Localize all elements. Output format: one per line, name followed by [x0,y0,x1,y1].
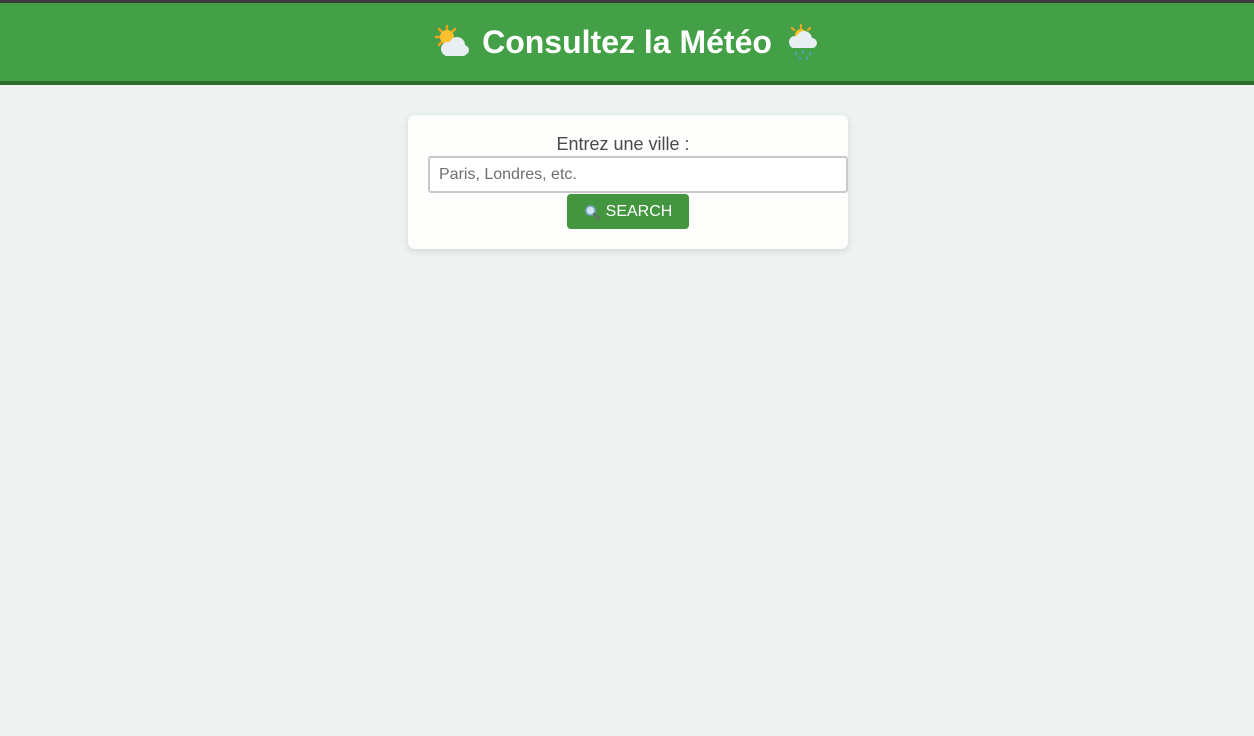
magnifier-icon [584,204,600,220]
city-search-input[interactable] [428,156,848,193]
sun-behind-cloud-icon [434,24,470,56]
sun-behind-rain-cloud-icon [788,23,817,61]
search-button[interactable]: SEARCH [567,194,689,229]
page-header: Consultez la Météo [0,0,1254,85]
city-label: Entrez une ville : [556,134,690,154]
search-card: Entrez une ville : SEARCH [408,115,848,249]
search-button-label: SEARCH [605,202,673,220]
header-title-group: Consultez la Météo [432,23,822,61]
page-title: Consultez la Météo [482,23,772,60]
